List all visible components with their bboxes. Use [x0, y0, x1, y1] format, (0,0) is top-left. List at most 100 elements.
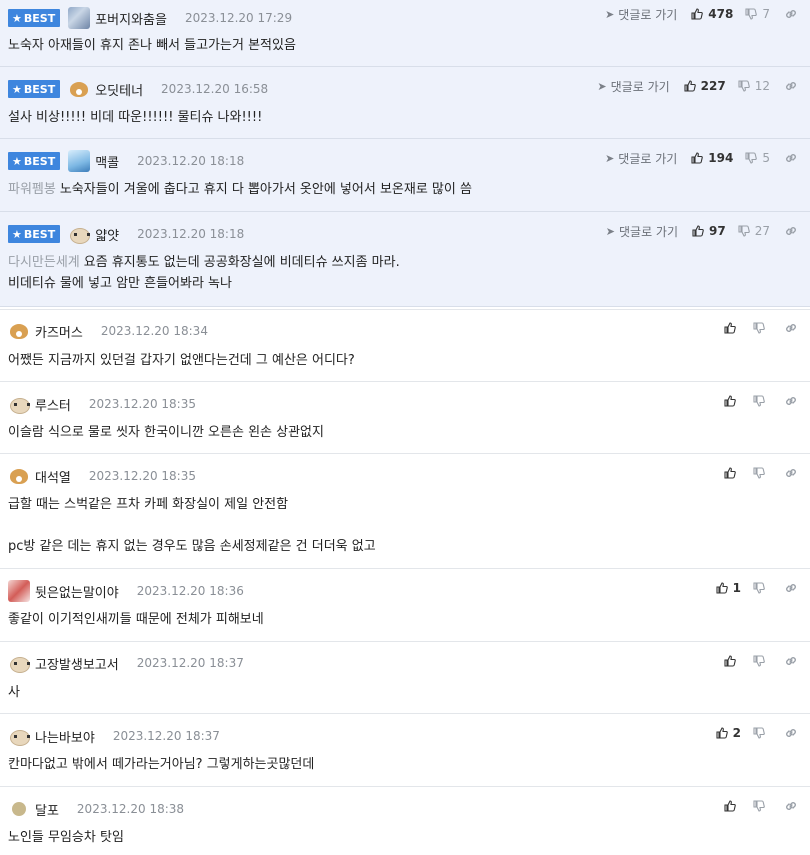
- mention-tag[interactable]: 파워펨봉: [8, 182, 56, 197]
- comment-actions: [724, 465, 798, 481]
- link-icon[interactable]: [784, 224, 798, 238]
- thumbs-up-icon: [724, 655, 736, 667]
- thumbs-up-icon: [724, 467, 736, 479]
- comment-body: 사: [8, 685, 20, 700]
- comment-author[interactable]: 카즈머스: [35, 322, 83, 341]
- puppy-avatar[interactable]: [68, 223, 91, 245]
- fox-avatar[interactable]: [8, 465, 30, 487]
- thumbs-down-icon: [738, 80, 750, 92]
- star-icon: ★: [12, 82, 22, 96]
- link-icon[interactable]: [784, 581, 798, 595]
- upvote-button[interactable]: 227: [684, 79, 726, 93]
- star-icon: ★: [12, 154, 22, 168]
- thumbs-up-icon: [716, 582, 728, 594]
- link-icon[interactable]: [784, 151, 798, 165]
- comment-header: 루스터 2023.12.20 18:35: [8, 393, 196, 415]
- comment-author[interactable]: 포버지와춤을: [95, 9, 167, 28]
- puppy-avatar[interactable]: [8, 393, 30, 415]
- dot-avatar[interactable]: [12, 802, 26, 816]
- comment-author[interactable]: 루스터: [35, 395, 71, 414]
- downvote-button[interactable]: [753, 655, 770, 667]
- link-icon[interactable]: [784, 654, 798, 668]
- comment-author[interactable]: 얇얏: [95, 225, 119, 244]
- downvote-button[interactable]: [753, 800, 770, 812]
- best-badge: ★ BEST: [8, 225, 61, 243]
- link-icon[interactable]: [784, 726, 798, 740]
- comment-author[interactable]: 오딧테너: [95, 80, 143, 99]
- comment-date: 2023.12.20 18:18: [137, 154, 245, 168]
- comment-actions: [724, 798, 798, 814]
- downvote-button[interactable]: 5: [745, 151, 770, 165]
- comment-header: ★ BEST 얇얏 2023.12.20 18:18: [8, 223, 244, 245]
- upvote-button[interactable]: 97: [692, 224, 726, 238]
- thumbs-down-icon: [753, 395, 765, 407]
- upvote-button[interactable]: [724, 800, 741, 812]
- downvote-button[interactable]: 27: [738, 224, 770, 238]
- reply-link[interactable]: ➤ 댓글로 가기: [597, 78, 669, 95]
- comment-header: 카즈머스 2023.12.20 18:34: [8, 320, 208, 342]
- comment-date: 2023.12.20 18:18: [137, 227, 245, 241]
- fox-avatar[interactable]: [8, 320, 30, 342]
- downvote-button[interactable]: 7: [745, 7, 770, 21]
- comment-body: 칸마다없고 밖에서 떼가라는거아님? 그렇게하는곳많던데: [8, 757, 315, 772]
- comment-date: 2023.12.20 18:35: [88, 469, 196, 483]
- downvote-button[interactable]: [753, 467, 770, 479]
- comment-item: ★ BEST 포버지와춤을 2023.12.20 17:29 ➤ 댓글로 가기 47…: [0, 0, 810, 67]
- blue-avatar[interactable]: [68, 150, 91, 172]
- comment-header: 나는바보야 2023.12.20 18:37: [8, 725, 220, 747]
- upvote-button[interactable]: 194: [691, 151, 733, 165]
- downvote-button[interactable]: [753, 322, 770, 334]
- comment-author[interactable]: 뒷은없는말이야: [35, 582, 119, 601]
- star-icon: ★: [12, 11, 22, 25]
- link-icon[interactable]: [784, 799, 798, 813]
- comment-header: ★ BEST 포버지와춤을 2023.12.20 17:29: [8, 7, 292, 29]
- downvote-button[interactable]: 12: [738, 79, 770, 93]
- comment-author[interactable]: 맥콜: [95, 152, 119, 171]
- comment-body: 좋같이 이기적인새끼들 때문에 전체가 피해보네: [8, 612, 264, 627]
- upvote-button[interactable]: 478: [691, 7, 733, 21]
- downvote-button[interactable]: [753, 582, 770, 594]
- upvote-button[interactable]: [724, 467, 741, 479]
- fox-avatar[interactable]: [68, 78, 90, 100]
- upvote-button[interactable]: 1: [716, 581, 741, 595]
- comment-actions: ➤ 댓글로 가기 227 12: [597, 78, 798, 94]
- comment-body: 다시만든세계 요즘 휴지통도 없는데 공공화장실에 비데티슈 쓰지좀 마라. 비데…: [8, 255, 400, 291]
- comment-author[interactable]: 고장발생보고서: [35, 654, 119, 673]
- comment-author[interactable]: 달포: [35, 800, 59, 819]
- comment-author[interactable]: 나는바보야: [35, 727, 95, 746]
- upvote-button[interactable]: [724, 655, 741, 667]
- comment-author[interactable]: 대석열: [35, 467, 71, 486]
- comment-body: 급할 때는 스벅같은 프차 카페 화장실이 제일 안전함 pc방 같은 데는 휴…: [8, 497, 376, 554]
- comment-date: 2023.12.20 17:29: [184, 11, 293, 25]
- send-arrow-icon: ➤: [605, 7, 615, 21]
- link-icon[interactable]: [784, 394, 798, 408]
- thumbs-down-icon: [753, 467, 765, 479]
- comment-actions: ➤ 댓글로 가기 194 5: [605, 150, 798, 166]
- thumbs-up-icon: [692, 225, 704, 237]
- comment-body: 이슬람 식으로 물로 씻자 한국이니깐 오른손 왼손 상관없지: [8, 425, 324, 440]
- koala-avatar[interactable]: [68, 7, 91, 29]
- reply-link[interactable]: ➤ 댓글로 가기: [606, 223, 678, 240]
- comment-item: 고장발생보고서 2023.12.20 18:37 사: [0, 642, 810, 714]
- link-icon[interactable]: [784, 321, 798, 335]
- upvote-button[interactable]: [724, 322, 741, 334]
- comment-date: 2023.12.20 18:37: [136, 656, 244, 670]
- thumbs-down-icon: [745, 8, 758, 20]
- upvote-button[interactable]: [724, 395, 741, 407]
- link-icon[interactable]: [784, 79, 798, 93]
- link-icon[interactable]: [784, 466, 798, 480]
- comment-body: 설사 비상!!!!! 비데 따운!!!!!! 물티슈 나와!!!!: [8, 110, 263, 125]
- downvote-button[interactable]: [753, 727, 770, 739]
- red-avatar[interactable]: [8, 580, 30, 602]
- comment-item: 카즈머스 2023.12.20 18:34 어쨌든 지금까지 있던걸 갑자기 없…: [0, 309, 810, 382]
- comment-body: 노숙자 아재들이 휴지 존나 빼서 들고가는거 본적있음: [8, 38, 296, 53]
- puppy-avatar[interactable]: [8, 725, 30, 747]
- link-icon[interactable]: [784, 7, 798, 21]
- mention-tag[interactable]: 다시만든세계: [8, 255, 80, 270]
- upvote-button[interactable]: 2: [716, 726, 741, 740]
- downvote-button[interactable]: [753, 395, 770, 407]
- puppy-avatar[interactable]: [8, 652, 30, 674]
- reply-link[interactable]: ➤ 댓글로 가기: [605, 150, 677, 167]
- comment-header: 뒷은없는말이야 2023.12.20 18:36: [8, 580, 244, 602]
- reply-link[interactable]: ➤ 댓글로 가기: [605, 6, 677, 23]
